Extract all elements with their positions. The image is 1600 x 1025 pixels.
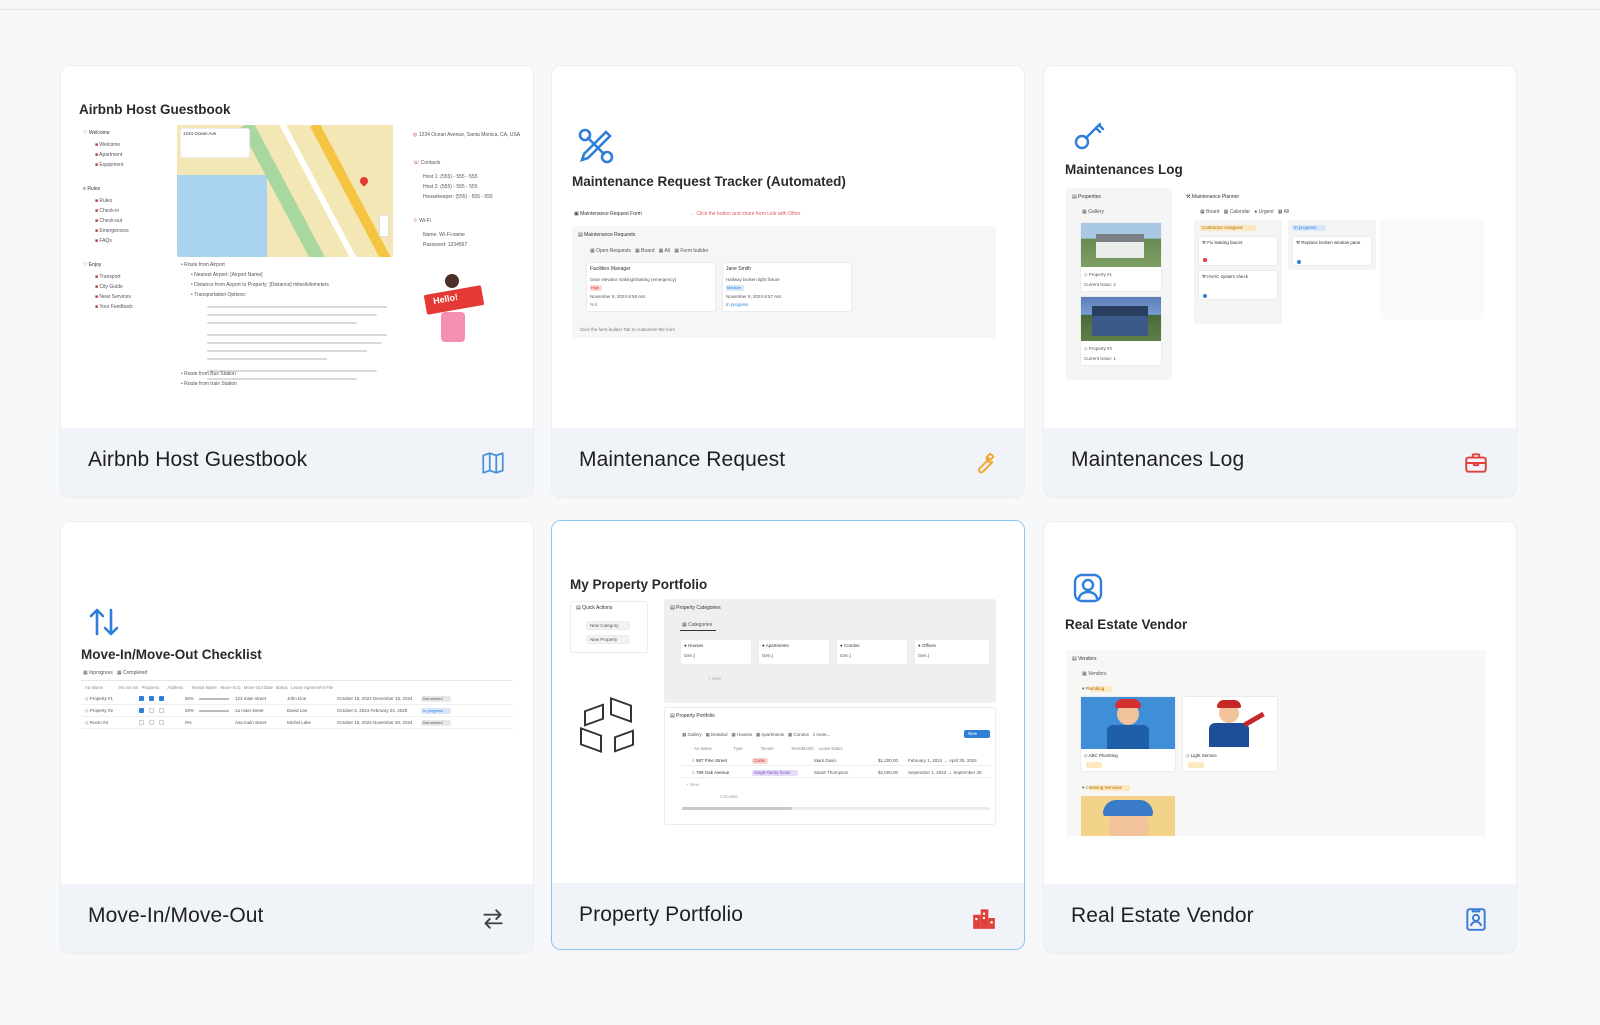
card-footer: Maintenance Request [552,428,1024,496]
table-row: ○ 789 Oak Avenue Single-family home Sara… [680,767,992,778]
preview-title: Airbnb Host Guestbook [79,102,231,117]
template-preview: Move-In/Move-Out Checklist ▦ Inprogress … [61,522,533,886]
up-down-arrows-icon [89,608,119,636]
wrench-icon [978,452,995,474]
card-title: Airbnb Host Guestbook [88,448,308,471]
hello-illustration: Hello! [421,272,491,344]
preview-map: 1234 Ocean Ave [177,125,393,257]
map-icon [482,452,504,474]
table-row: ◇ Property #2 20% 1a main street David L… [81,706,513,717]
swap-arrows-icon [483,909,503,929]
template-card-maintenances-log[interactable]: Maintenances Log ▤ Properties ▦ Gallery … [1043,65,1517,497]
card-footer: Airbnb Host Guestbook [61,428,533,496]
card-footer: Maintenances Log [1044,428,1516,496]
id-badge-icon [1466,908,1486,931]
buildings-icon [973,909,995,929]
preview-title: Maintenances Log [1065,162,1183,177]
houses-illustration [574,696,644,759]
card-title: Maintenance Request [579,448,786,471]
table-row: ◇ Room #3 0% Asa main street Michel Lake… [81,718,513,729]
card-footer: Property Portfolio [552,883,1024,949]
card-title: Real Estate Vendor [1071,904,1254,927]
template-card-maintenance-request[interactable]: Maintenance Request Tracker (Automated) … [551,65,1025,497]
card-title: Move-In/Move-Out [88,904,264,927]
card-title: Maintenances Log [1071,448,1245,471]
preview-title: Maintenance Request Tracker (Automated) [572,174,846,189]
preview-title: Move-In/Move-Out Checklist [81,647,262,662]
table-row: ◇ Property #1 60% 123 main street John D… [81,694,513,705]
template-preview: My Property Portfolio ▤ Quick Actions Ne… [552,521,1024,885]
template-preview: Real Estate Vendor ▤ Vendors ▦ Vendors ▾… [1044,522,1516,886]
template-card-real-estate-vendor[interactable]: Real Estate Vendor ▤ Vendors ▦ Vendors ▾… [1043,521,1517,953]
preview-title: Real Estate Vendor [1065,617,1188,632]
template-card-airbnb-host-guestbook[interactable]: Airbnb Host Guestbook ♡ Welcome ■ Welcom… [60,65,534,497]
table-row: ○ 987 Pine Street Cabin Mark Davis $1,20… [680,755,992,766]
template-preview: Maintenance Request Tracker (Automated) … [552,66,1024,430]
card-footer: Move-In/Move-Out [61,884,533,952]
preview-sidebar: ♡ Welcome ■ Welcome ■ Apartment ■ Equipm… [83,130,133,310]
tools-icon [578,128,614,164]
card-footer: Real Estate Vendor [1044,884,1516,952]
template-card-property-portfolio[interactable]: My Property Portfolio ▤ Quick Actions Ne… [551,520,1025,950]
preview-title: My Property Portfolio [570,577,708,592]
template-card-move-in-move-out[interactable]: Move-In/Move-Out Checklist ▦ Inprogress … [60,521,534,953]
card-title: Property Portfolio [579,903,744,926]
person-badge-icon [1073,573,1103,603]
wrench-key-icon [1074,122,1105,150]
top-divider [0,0,1600,10]
toolbox-icon [1465,453,1487,473]
template-preview: Airbnb Host Guestbook ♡ Welcome ■ Welcom… [61,66,533,430]
template-preview: Maintenances Log ▤ Properties ▦ Gallery … [1044,66,1516,430]
